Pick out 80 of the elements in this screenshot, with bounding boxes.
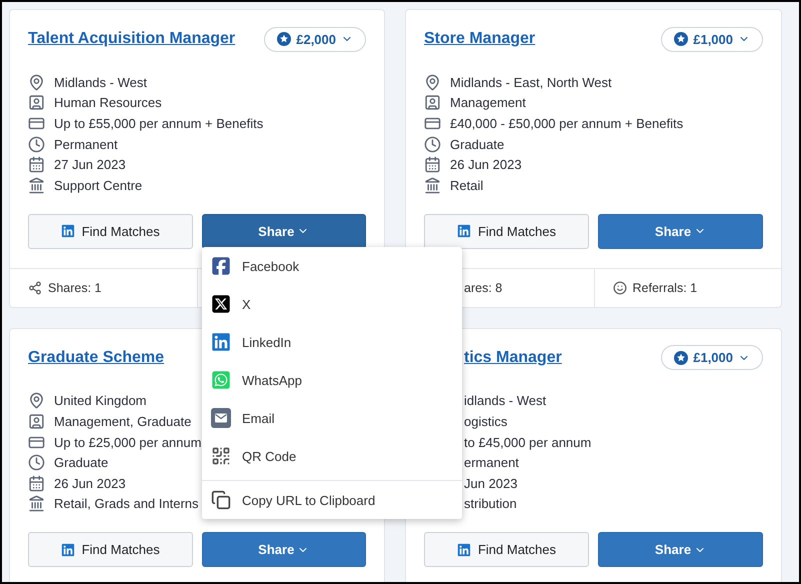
share-menu-item[interactable]: QR Code — [202, 437, 462, 475]
linkedin-icon — [456, 542, 471, 557]
job-detail-text: Human Resources — [54, 95, 162, 110]
job-title-link[interactable]: Talent Acquisition Manager — [28, 30, 236, 48]
job-detail-text: Retail, Grads and Interns — [54, 496, 199, 512]
stat-text: Referrals: 1 — [632, 280, 698, 295]
bank-building-icon — [28, 176, 45, 194]
location-pin-icon — [424, 74, 441, 91]
job-detail-text: Midlands - West — [54, 74, 147, 90]
linkedin-icon — [211, 332, 231, 352]
reward-button[interactable]: £1,000 — [661, 26, 763, 52]
job-detail-text: idlands - West — [464, 393, 546, 408]
job-detail-text: Up to £25,000 per annum — [54, 434, 202, 450]
stat-text: Shares: 1 — [48, 280, 102, 295]
job-detail-text: Up to £55,000 per annum + Benefits — [54, 116, 264, 131]
facebook-icon — [211, 256, 231, 276]
job-detail-text: 26 Jun 2023 — [54, 476, 126, 491]
share-menu-item[interactable]: Copy URL to Clipboard — [202, 481, 462, 519]
job-detail-text: 26 Jun 2023 — [450, 157, 522, 172]
linkedin-icon — [60, 224, 75, 238]
calendar-icon — [28, 474, 45, 492]
share-button[interactable]: Share — [598, 214, 763, 249]
share-icon — [28, 280, 42, 295]
clock-icon — [28, 454, 45, 472]
share-menu-item[interactable]: WhatsApp — [202, 361, 462, 399]
calendar-icon — [424, 156, 441, 174]
share-menu-item[interactable]: Facebook — [202, 247, 462, 285]
location-pin-icon — [28, 74, 45, 91]
job-detail-text: Support Centre — [54, 178, 142, 193]
clock-icon — [424, 136, 441, 153]
contact-card-icon — [424, 94, 441, 112]
job-title-link[interactable]: Store Manager — [424, 30, 536, 48]
job-detail-text: ogistics — [464, 414, 508, 429]
share-button[interactable]: Share — [202, 532, 366, 568]
job-title-link[interactable]: tics Manager — [464, 348, 562, 367]
job-detail-text: 27 Jun 2023 — [54, 157, 126, 172]
job-detail-text: stribution — [464, 496, 517, 512]
clock-icon — [28, 136, 45, 153]
location-pin-icon — [28, 392, 45, 410]
job-detail-text: Management, Graduate — [54, 414, 192, 429]
star-circle-icon — [674, 350, 688, 365]
face-icon — [612, 280, 626, 295]
reward-button[interactable]: £1,000 — [661, 345, 763, 370]
calendar-icon — [28, 156, 45, 174]
share-button[interactable]: Share — [598, 532, 763, 568]
contact-card-icon — [28, 94, 45, 112]
share-menu-item[interactable]: Email — [202, 399, 462, 437]
job-detail-text: Graduate — [54, 455, 108, 470]
share-button[interactable]: Share — [202, 214, 366, 249]
whatsapp-icon — [211, 370, 231, 390]
job-detail-text: Jun 2023 — [464, 476, 518, 491]
job-detail-text: Midlands - East, North West — [450, 74, 612, 90]
job-detail-text: Management — [450, 95, 526, 110]
star-circle-icon — [277, 32, 292, 46]
copy-icon — [211, 490, 231, 510]
find-matches-button[interactable]: Find Matches — [28, 214, 192, 249]
share-menu-item[interactable]: X — [202, 285, 462, 323]
job-detail-text: £40,000 - £50,000 per annum + Benefits — [450, 116, 684, 131]
linkedin-icon — [456, 224, 471, 238]
job-detail-text: Graduate — [450, 136, 504, 152]
job-detail-text: ermanent — [464, 455, 519, 470]
find-matches-button[interactable]: Find Matches — [424, 214, 589, 249]
job-title-link[interactable]: Graduate Scheme — [28, 348, 164, 367]
bank-building-icon — [28, 495, 45, 512]
job-detail-text: United Kingdom — [54, 393, 146, 408]
find-matches-button[interactable]: Find Matches — [28, 532, 192, 568]
find-matches-button[interactable]: Find Matches — [424, 532, 589, 568]
job-detail-text: Permanent — [54, 136, 118, 152]
linkedin-icon — [60, 542, 75, 557]
contact-card-icon — [28, 412, 45, 430]
mail-icon — [211, 408, 231, 428]
star-circle-icon — [674, 32, 688, 46]
job-detail-text: to £45,000 per annum — [464, 434, 592, 450]
qr-code-icon — [211, 446, 231, 466]
bank-building-icon — [424, 176, 441, 194]
job-detail-text: Retail — [450, 178, 484, 193]
stat-text: ares: 8 — [464, 280, 502, 295]
x-icon — [211, 294, 231, 314]
reward-button[interactable]: £2,000 — [264, 26, 366, 52]
share-menu-item[interactable]: LinkedIn — [202, 323, 462, 361]
